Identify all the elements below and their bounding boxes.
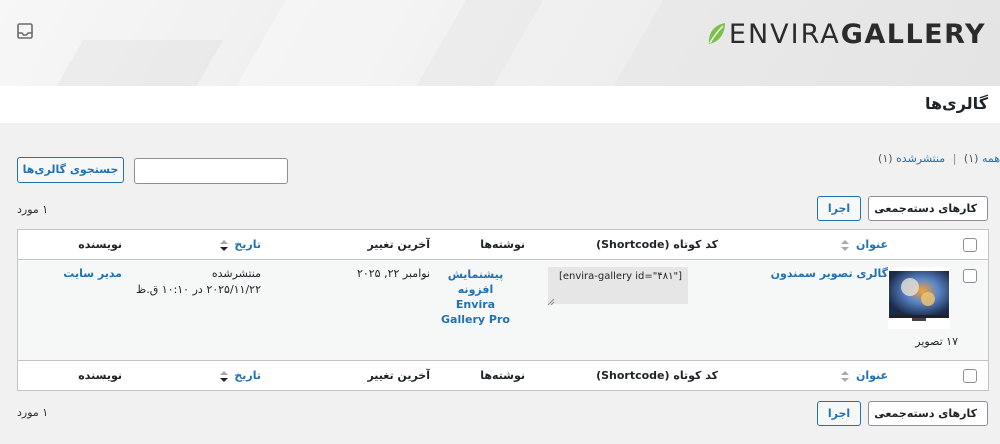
column-author-footer: نویسنده xyxy=(78,369,122,382)
column-author-header: نویسنده xyxy=(78,238,122,251)
table-header: عنوان کد کوتاه (Shortcode) نوشته‌ها آخری… xyxy=(18,230,988,260)
brand-name-bold: GALLERY xyxy=(840,18,986,50)
brand-name-light: ENVIRA xyxy=(728,18,841,50)
column-title-footer[interactable]: عنوان xyxy=(841,361,888,391)
galleries-table: عنوان کد کوتاه (Shortcode) نوشته‌ها آخری… xyxy=(17,229,989,391)
column-modified-footer: آخرین تغییر xyxy=(367,369,430,382)
column-posts-header: نوشته‌ها xyxy=(480,238,525,251)
table-row: ۱۷ تصویر گالری تصویر سمندون [envira-gall… xyxy=(18,261,988,360)
posts-link[interactable]: پیشنمایش افزونه Envira Gallery Pro xyxy=(438,267,513,327)
sort-icon xyxy=(219,239,228,251)
apply-button-bottom[interactable]: اجرا xyxy=(817,401,861,426)
chevron-down-icon: ⌄ xyxy=(877,204,886,215)
search-input[interactable] xyxy=(134,158,288,184)
sort-icon xyxy=(219,370,228,382)
inbox-icon[interactable] xyxy=(16,22,34,40)
brand-header: ENVIRA GALLERY xyxy=(0,0,1000,86)
bulk-actions-selected: کارهای دسته‌جمعی xyxy=(874,202,977,215)
publish-status: منتشرشده xyxy=(211,267,261,280)
search-galleries-button[interactable]: جستجوی گالری‌ها xyxy=(17,157,124,183)
column-date-label: تاریخ xyxy=(234,238,261,251)
shortcode-field[interactable]: [envira-gallery id="۴۸۱"] xyxy=(548,267,688,304)
bulk-actions-select-bottom[interactable]: کارهای دسته‌جمعی ⌄ xyxy=(868,401,988,426)
column-date-header[interactable]: تاریخ xyxy=(219,230,261,260)
status-filters: همه (۱) | منتشرشده (۱) xyxy=(878,152,1000,165)
column-shortcode-header: کد کوتاه (Shortcode) xyxy=(596,238,718,251)
leaf-icon xyxy=(708,23,725,44)
column-title-label: عنوان xyxy=(855,238,888,251)
sort-icon xyxy=(841,370,850,382)
items-count-bottom: ۱ مورد xyxy=(17,406,49,419)
apply-button-top[interactable]: اجرا xyxy=(817,196,861,221)
column-title-header[interactable]: عنوان xyxy=(841,230,888,260)
gallery-thumbnail[interactable] xyxy=(888,267,950,329)
column-date-label: تاریخ xyxy=(234,369,261,382)
bulk-actions-select-top[interactable]: کارهای دسته‌جمعی ⌄ xyxy=(868,196,988,221)
column-shortcode-footer: کد کوتاه (Shortcode) xyxy=(596,369,718,382)
page-title: گالری‌ها xyxy=(924,94,988,113)
author-link[interactable]: مدیر سایت xyxy=(63,267,122,280)
filter-published-count: (۱) xyxy=(878,152,893,165)
title-bar: گالری‌ها xyxy=(0,86,1000,123)
last-modified: نوامبر ۲۲, ۲۰۲۵ xyxy=(356,267,430,280)
bulk-actions-selected: کارهای دسته‌جمعی xyxy=(874,407,977,420)
envira-logo: ENVIRA GALLERY xyxy=(705,17,986,51)
column-modified-header: آخرین تغییر xyxy=(367,238,430,251)
items-count-top: ۱ مورد xyxy=(17,203,49,216)
column-title-label: عنوان xyxy=(855,369,888,382)
column-posts-footer: نوشته‌ها xyxy=(480,369,525,382)
resize-grip-icon[interactable] xyxy=(547,298,555,306)
gallery-title-link[interactable]: گالری تصویر سمندون xyxy=(771,267,888,280)
select-all-checkbox[interactable] xyxy=(963,238,977,252)
filter-all-link[interactable]: همه xyxy=(982,152,1000,165)
column-date-footer[interactable]: تاریخ xyxy=(219,361,261,391)
row-checkbox[interactable] xyxy=(963,269,977,283)
chevron-down-icon: ⌄ xyxy=(877,409,886,420)
image-count: ۱۷ تصویر xyxy=(915,335,958,348)
filter-all-count: (۱) xyxy=(963,152,979,165)
sort-icon xyxy=(841,239,850,251)
filter-separator: | xyxy=(952,152,957,165)
filter-published-link[interactable]: منتشرشده xyxy=(896,152,945,165)
select-all-checkbox-footer[interactable] xyxy=(963,369,977,383)
table-footer: عنوان کد کوتاه (Shortcode) نوشته‌ها آخری… xyxy=(18,360,988,390)
publish-date: ۲۰۲۵/۱۱/۲۲ در ۱۰:۱۰ ق.ظ xyxy=(136,283,261,296)
